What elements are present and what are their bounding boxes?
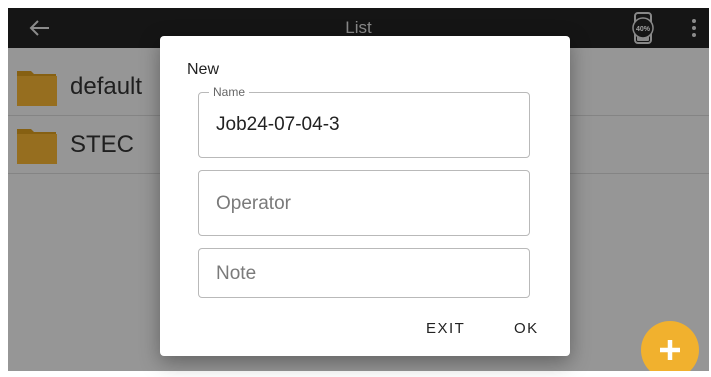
operator-field-placeholder: Operator xyxy=(216,193,291,214)
note-field[interactable]: Note xyxy=(198,248,530,298)
plus-icon xyxy=(660,340,680,360)
add-button[interactable] xyxy=(641,321,699,371)
note-field-placeholder: Note xyxy=(216,263,257,284)
name-field[interactable]: Name Job24-07-04-3 xyxy=(198,85,530,158)
name-field-value: Job24-07-04-3 xyxy=(216,114,340,135)
new-job-dialog: New Name Job24-07-04-3 Operator Note EXI… xyxy=(160,36,570,356)
operator-field[interactable]: Operator xyxy=(198,170,530,236)
ok-button[interactable]: OK xyxy=(514,320,539,337)
name-field-label: Name xyxy=(209,85,250,99)
dialog-title: New xyxy=(187,61,220,78)
exit-button[interactable]: EXIT xyxy=(426,320,465,337)
